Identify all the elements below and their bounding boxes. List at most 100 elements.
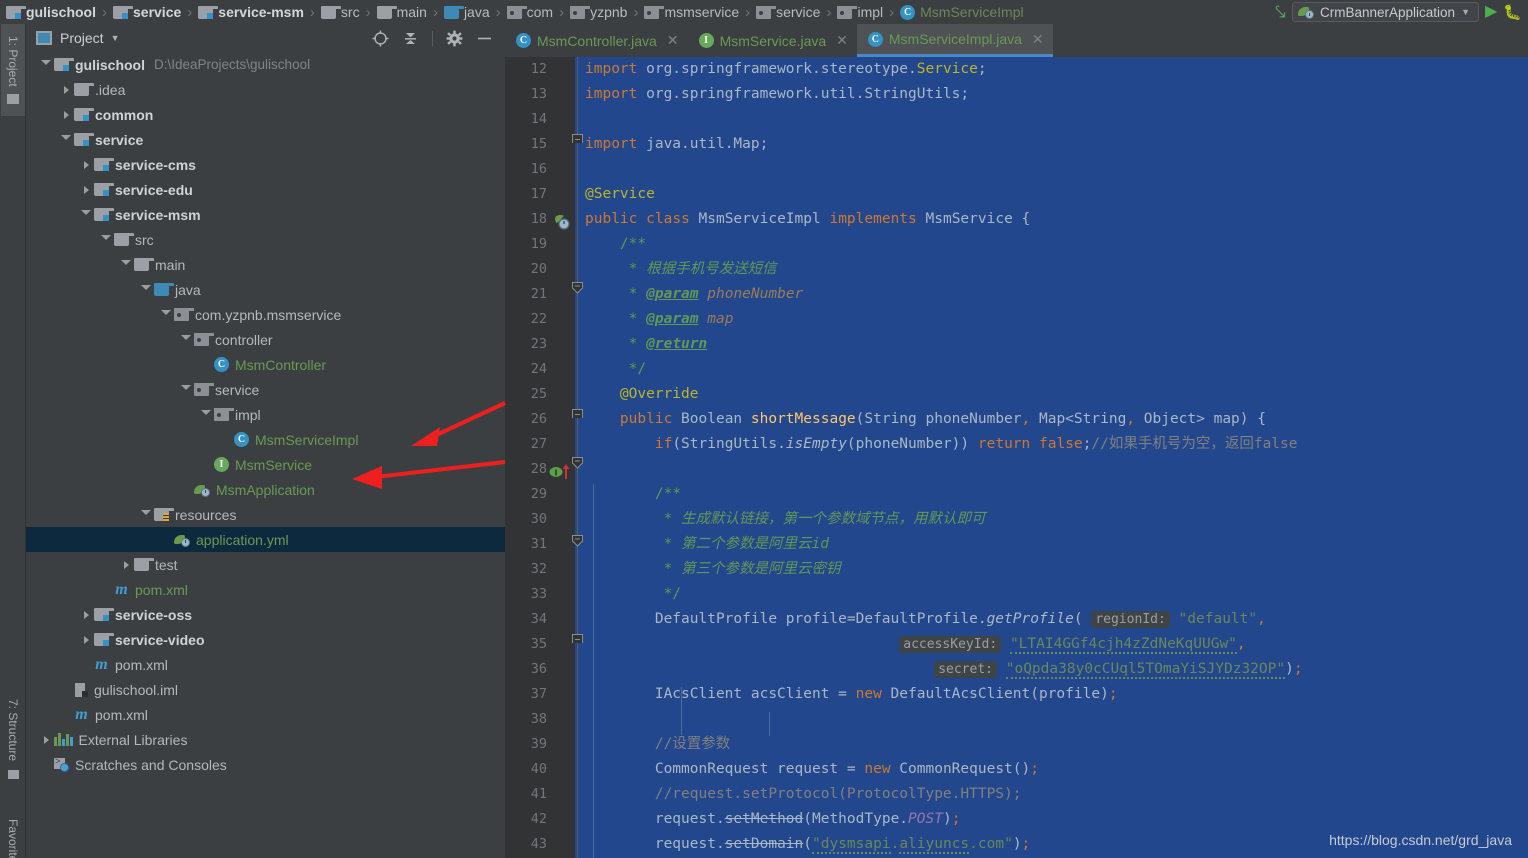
tree-node-service-video[interactable]: service-video xyxy=(26,627,505,652)
hide-panel-icon[interactable] xyxy=(476,30,493,47)
chevron-down-icon[interactable] xyxy=(78,210,94,219)
code-folding-column[interactable] xyxy=(571,57,585,858)
tree-node-common[interactable]: common xyxy=(26,102,505,127)
collapse-all-icon[interactable] xyxy=(402,30,419,47)
tree-node-service[interactable]: service xyxy=(26,127,505,152)
editor-tab-msmservice-java[interactable]: I MsmService.java ✕ xyxy=(688,24,857,57)
maven-file-icon: m xyxy=(75,705,88,723)
chevron-down-icon[interactable] xyxy=(178,385,194,394)
code-line: * 第三个参数是阿里云密钥 xyxy=(663,561,841,577)
breadcrumb-item-msmservice[interactable]: msmservice xyxy=(642,0,741,24)
chevron-right-icon[interactable] xyxy=(78,160,94,169)
spring-bean-icon[interactable] xyxy=(553,213,571,231)
breadcrumb-label: service-msm xyxy=(218,4,304,20)
breadcrumb-item-service[interactable]: service xyxy=(754,0,822,24)
run-icon[interactable]: ▶ xyxy=(1485,4,1497,20)
editor-tab-msmcontroller-java[interactable]: C MsmController.java ✕ xyxy=(505,24,688,57)
tree-node-main[interactable]: main xyxy=(26,252,505,277)
chevron-down-icon[interactable] xyxy=(198,410,214,419)
tree-node-service-cms[interactable]: service-cms xyxy=(26,152,505,177)
breadcrumb-item-yzpnb[interactable]: yzpnb xyxy=(568,0,629,24)
sidebar-item-project[interactable]: 1: Project xyxy=(1,24,25,116)
tree-node-service[interactable]: service xyxy=(26,377,505,402)
breadcrumb-item-gulischool[interactable]: gulischool xyxy=(4,0,98,24)
breadcrumb-item-service[interactable]: service xyxy=(111,0,183,24)
chevron-down-icon[interactable] xyxy=(138,285,154,294)
chevron-right-icon[interactable] xyxy=(78,610,94,619)
tree-node-scratches-and-consoles[interactable]: Scratches and Consoles xyxy=(26,752,505,777)
ide-window: gulischool › service › service-msm › src › main ›… xyxy=(0,0,1528,858)
tree-node-gulischool[interactable]: gulischool D:\IdeaProjects\gulischool xyxy=(26,52,505,77)
tree-node-service-edu[interactable]: service-edu xyxy=(26,177,505,202)
fold-chevron-down-icon[interactable] xyxy=(572,282,583,294)
breadcrumb-item-main[interactable]: main xyxy=(375,0,429,24)
chevron-right-icon[interactable] xyxy=(118,560,134,569)
fold-marker-icon[interactable] xyxy=(572,134,583,143)
line-number: 40 xyxy=(530,761,547,777)
tree-node-application-yml[interactable]: application.yml xyxy=(26,527,505,552)
code-editor[interactable]: 12 13 14 15 16 17 18 19 20 21 22 23 24 25 26 27 28 29 30 31… xyxy=(505,57,1528,858)
breadcrumb-item-src[interactable]: src xyxy=(319,0,362,24)
close-icon[interactable]: ✕ xyxy=(1032,31,1044,48)
breadcrumb-separator: › xyxy=(559,3,565,21)
fold-marker-icon[interactable] xyxy=(572,634,583,643)
tree-node-controller[interactable]: controller xyxy=(26,327,505,352)
chevron-down-icon[interactable] xyxy=(58,135,74,144)
scroll-from-source-icon[interactable] xyxy=(372,30,389,47)
code-line: if(StringUtils.isEmpty(phoneNumber)) ret… xyxy=(654,436,1298,452)
tree-node-pom-xml[interactable]: m pom.xml xyxy=(26,577,505,602)
breadcrumb-item-msmserviceimpl[interactable]: C MsmServiceImpl xyxy=(898,0,1025,24)
chevron-right-icon[interactable] xyxy=(58,110,74,119)
chevron-down-icon[interactable] xyxy=(118,260,134,269)
fold-marker-icon[interactable] xyxy=(572,409,583,418)
tree-node-resources[interactable]: resources xyxy=(26,502,505,527)
breadcrumb-item-service-msm[interactable]: service-msm xyxy=(196,0,306,24)
breadcrumb-item-com[interactable]: com xyxy=(505,0,555,24)
line-number: 27 xyxy=(530,436,547,452)
close-icon[interactable]: ✕ xyxy=(667,32,679,49)
close-icon[interactable]: ✕ xyxy=(836,32,848,49)
tree-node-external-libraries[interactable]: External Libraries xyxy=(26,727,505,752)
chevron-down-icon[interactable] xyxy=(98,235,114,244)
chevron-right-icon[interactable] xyxy=(58,85,74,94)
tree-node-msmservice[interactable]: I MsmService xyxy=(26,452,505,477)
chevron-down-icon[interactable] xyxy=(38,60,54,69)
chevron-right-icon[interactable] xyxy=(78,635,94,644)
tree-node-src[interactable]: src xyxy=(26,227,505,252)
tree-node--idea[interactable]: .idea xyxy=(26,77,505,102)
chevron-down-icon[interactable] xyxy=(138,510,154,519)
project-tree[interactable]: gulischool D:\IdeaProjects\gulischool .ide… xyxy=(26,52,505,858)
chevron-down-icon[interactable] xyxy=(158,310,174,319)
tree-node-service-oss[interactable]: service-oss xyxy=(26,602,505,627)
tree-node-msmapplication[interactable]: MsmApplication xyxy=(26,477,505,502)
chevron-down-icon[interactable] xyxy=(178,335,194,344)
implementing-method-icon[interactable]: I xyxy=(549,463,570,481)
editor-gutter[interactable]: 12 13 14 15 16 17 18 19 20 21 22 23 24 25 26 27 28 29 30 31… xyxy=(505,57,583,858)
debug-icon[interactable]: 🐛 xyxy=(1503,5,1522,20)
tree-node-test[interactable]: test xyxy=(26,552,505,577)
tree-node-pom-xml[interactable]: m pom.xml xyxy=(26,652,505,677)
editor-tab-msmserviceimpl-java[interactable]: C MsmServiceImpl.java ✕ xyxy=(856,24,1053,57)
line-number: 33 xyxy=(530,586,547,602)
arrow-up-left-icon[interactable]: ⤦ xyxy=(1275,2,1286,23)
tree-node-java[interactable]: java xyxy=(26,277,505,302)
sidebar-item-favorites[interactable]: Favorites xyxy=(1,804,25,858)
module-folder-icon xyxy=(94,608,114,621)
chevron-right-icon[interactable] xyxy=(38,735,54,744)
tree-node-com-yzpnb-msmservice[interactable]: com.yzpnb.msmservice xyxy=(26,302,505,327)
tree-node-gulischool-iml[interactable]: gulischool.iml xyxy=(26,677,505,702)
settings-gear-icon[interactable] xyxy=(446,30,463,47)
sidebar-item-structure[interactable]: 7: Structure xyxy=(1,684,25,794)
tree-node-msmcontroller[interactable]: C MsmController xyxy=(26,352,505,377)
chevron-right-icon[interactable] xyxy=(78,185,94,194)
tree-node-msmserviceimpl[interactable]: C MsmServiceImpl xyxy=(26,427,505,452)
package-icon xyxy=(837,5,858,19)
breadcrumb-item-java[interactable]: java xyxy=(442,0,492,24)
fold-chevron-down-icon[interactable] xyxy=(572,535,583,547)
run-configuration-selector[interactable]: CrmBannerApplication ▼ xyxy=(1292,2,1479,22)
tree-node-pom-xml[interactable]: m pom.xml xyxy=(26,702,505,727)
tree-node-impl[interactable]: impl xyxy=(26,402,505,427)
chevron-down-icon[interactable]: ▼ xyxy=(111,33,120,43)
breadcrumb-item-impl[interactable]: impl xyxy=(835,0,885,24)
tree-node-service-msm[interactable]: service-msm xyxy=(26,202,505,227)
